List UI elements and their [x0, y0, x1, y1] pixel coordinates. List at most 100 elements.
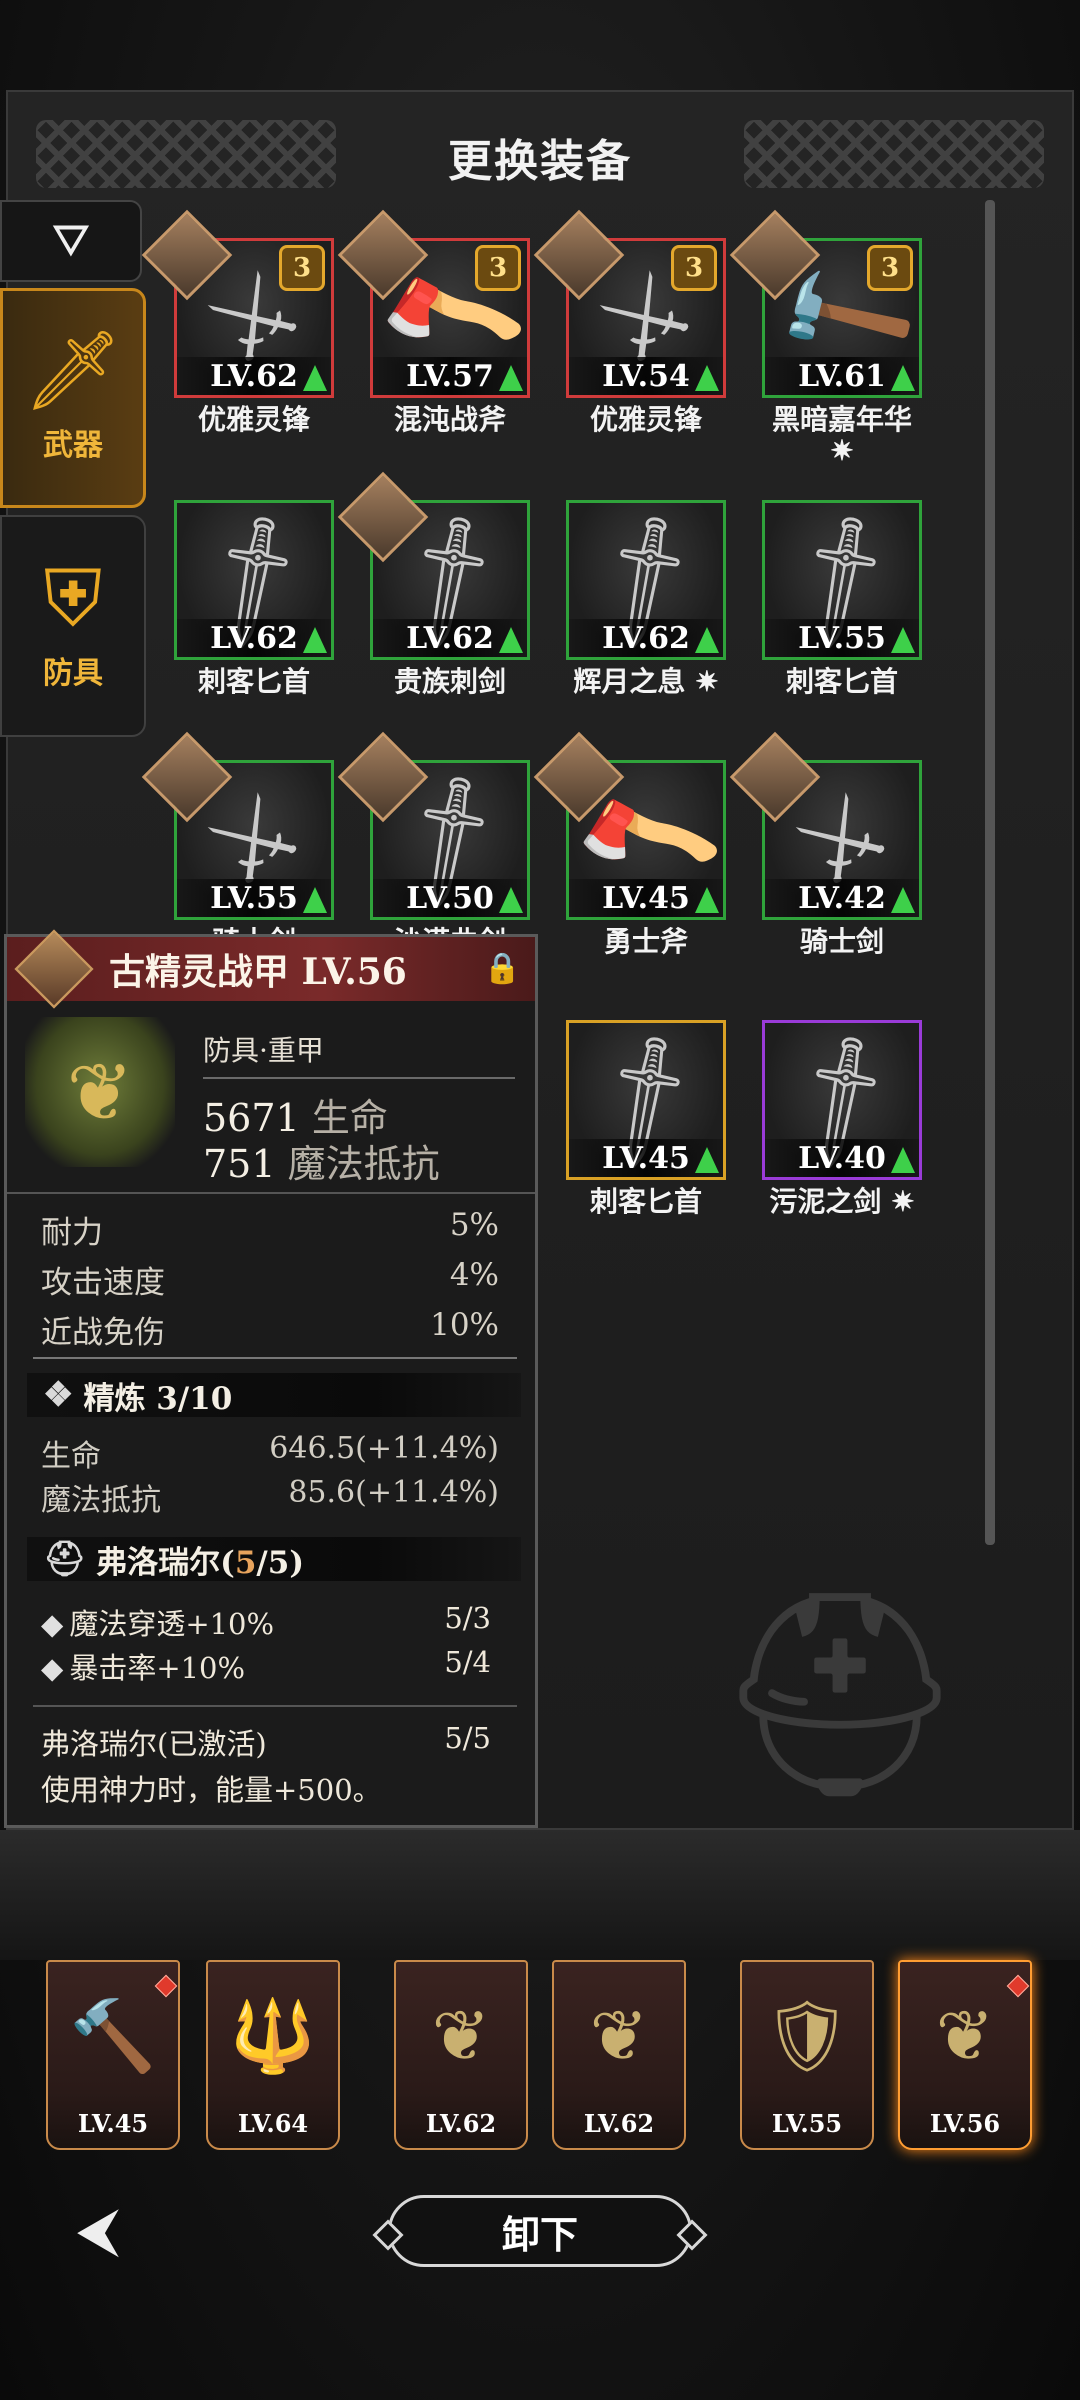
- unequip-button[interactable]: 卸下: [388, 2195, 692, 2267]
- upgrade-arrow-icon: [695, 627, 719, 653]
- upgrade-arrow-icon: [695, 365, 719, 391]
- armor-icon: ❦: [935, 1995, 995, 2077]
- tab-weapons[interactable]: 🗡 武器: [0, 288, 146, 508]
- refine-stat-label: 魔法抵抗: [41, 1483, 161, 1518]
- item-name: 优雅灵锋: [197, 403, 310, 436]
- stat-label: 耐力: [41, 1215, 103, 1251]
- item-slot[interactable]: 🗡 LV.62: [172, 499, 336, 661]
- filter-icon: ⛛: [51, 213, 91, 267]
- set-bonus-value: 5/4: [444, 1645, 491, 1679]
- shield-icon: 🛡: [762, 1994, 852, 2077]
- set-bonus-row: ◆ 魔法穿透+10% 5/3: [41, 1601, 491, 1641]
- upgrade-arrow-icon: [891, 627, 915, 653]
- main-stat-mres: 751 魔法抵抗: [203, 1133, 440, 1188]
- item-name: 辉月之息 ✷: [573, 665, 719, 698]
- stone-ledge: [0, 1830, 1080, 1960]
- stat-row: 近战免伤 10%: [41, 1307, 499, 1352]
- upgrade-arrow-icon: [303, 887, 327, 913]
- upgrade-arrow-icon: [499, 887, 523, 913]
- equipped-slot[interactable]: 🔨 LV.45: [46, 1960, 180, 2150]
- equipped-level: LV.56: [929, 2109, 1001, 2138]
- stat-row: 攻击速度 4%: [41, 1257, 499, 1302]
- tier-badge: 3: [867, 245, 913, 291]
- refine-row: 生命 646.5(+11.4%): [41, 1431, 499, 1475]
- detail-title: 古精灵战甲 LV.56: [109, 951, 407, 993]
- equipped-level: LV.62: [425, 2109, 497, 2138]
- divider: [33, 1357, 517, 1359]
- helmet-emblem-icon: ⛑: [713, 1578, 967, 1811]
- item-slot[interactable]: 🗡 LV.50: [337, 731, 532, 920]
- armor-icon: ❦: [589, 1995, 649, 2077]
- stat-row: 耐力 5%: [41, 1207, 499, 1252]
- upgrade-arrow-icon: [499, 365, 523, 391]
- refine-stat-value: 85.6(+11.4%): [288, 1475, 499, 1510]
- armor-icon: ❦: [431, 1995, 491, 2077]
- divider: [203, 1077, 515, 1079]
- spear-icon: 🔱: [229, 1994, 317, 2077]
- upgrade-arrow-icon: [303, 627, 327, 653]
- item-slot[interactable]: ⚔ LV.42: [729, 731, 922, 920]
- set-active-value: 5/5: [444, 1721, 491, 1755]
- item-name: 刺客匕首: [197, 665, 310, 698]
- item-name: 混沌战斧: [393, 403, 506, 436]
- equipped-level: LV.62: [583, 2109, 655, 2138]
- tab-armor-label: 防具: [43, 656, 103, 691]
- refine-label: 精炼 3/10: [83, 1380, 233, 1417]
- armor-image: ❦: [25, 1017, 175, 1167]
- item-slot[interactable]: 🗡 LV.62: [564, 499, 728, 661]
- equipped-slot[interactable]: 🛡 LV.55: [740, 1960, 874, 2150]
- upgrade-arrow-icon: [695, 887, 719, 913]
- tab-weapons-label: 武器: [43, 428, 103, 463]
- back-button[interactable]: ⮜: [56, 2195, 140, 2265]
- refine-icon: ❖: [43, 1375, 74, 1415]
- item-slot[interactable]: ⚔ 3 LV.62: [141, 209, 334, 398]
- upgrade-arrow-icon: [499, 627, 523, 653]
- item-slot[interactable]: 🗡 LV.45: [564, 1019, 728, 1181]
- hammer-icon: 🔨: [69, 1994, 157, 2077]
- tab-armor[interactable]: ⛨ 防具: [0, 515, 146, 737]
- item-slot[interactable]: ⚔ LV.55: [141, 731, 334, 920]
- item-slot[interactable]: 🗡 LV.40: [760, 1019, 924, 1181]
- item-slot[interactable]: 🪓 LV.45: [533, 731, 727, 920]
- sword-icon: 🗡: [23, 326, 123, 416]
- item-slot[interactable]: 🔨 3 LV.61: [729, 209, 923, 398]
- item-slot[interactable]: 🗡 LV.55: [760, 499, 924, 661]
- upgrade-arrow-icon: [303, 365, 327, 391]
- refine-section-header: ❖ 精炼 3/10: [27, 1373, 521, 1417]
- set-bonus-row: ◆ 暴击率+10% 5/4: [41, 1645, 491, 1685]
- equipped-slot[interactable]: ❦ LV.56: [898, 1960, 1032, 2150]
- upgrade-arrow-icon: [891, 887, 915, 913]
- item-name: 黑暗嘉年华: [771, 403, 912, 436]
- item-slot[interactable]: 🪓 3 LV.57: [337, 209, 531, 398]
- lock-icon[interactable]: 🔒: [484, 951, 521, 986]
- tier-badge: 3: [279, 245, 325, 291]
- item-slot[interactable]: 🗡 LV.62: [337, 471, 532, 660]
- armor-icon: ⛨: [43, 554, 103, 644]
- scrollbar[interactable]: [985, 200, 995, 1545]
- refine-row: 魔法抵抗 85.6(+11.4%): [41, 1475, 499, 1519]
- refine-stat-value: 646.5(+11.4%): [269, 1431, 499, 1466]
- tier-badge: 3: [671, 245, 717, 291]
- equipped-slot[interactable]: ❦ LV.62: [394, 1960, 528, 2150]
- item-name: 贵族刺剑: [393, 665, 506, 698]
- set-bonus-label: 暴击率+10%: [69, 1651, 246, 1685]
- main-stat-unit: 魔法抵抗: [287, 1142, 440, 1186]
- item-name: 勇士斧: [603, 925, 688, 958]
- set-active-row: 弗洛瑞尔(已激活) 5/5: [41, 1721, 491, 1763]
- set-description: 使用神力时，能量+500。: [41, 1773, 382, 1807]
- tier-badge: 3: [475, 245, 521, 291]
- detail-header: 古精灵战甲 LV.56 🔒: [7, 929, 535, 1009]
- equipped-slot[interactable]: 🔱 LV.64: [206, 1960, 340, 2150]
- stat-label: 近战免伤: [41, 1315, 165, 1351]
- filter-button[interactable]: ⛛: [0, 200, 142, 282]
- character-portrait: [14, 929, 94, 1009]
- set-active-label: 弗洛瑞尔(已激活): [41, 1727, 267, 1761]
- equipped-slot[interactable]: ❦ LV.62: [552, 1960, 686, 2150]
- main-stat-value: 751: [203, 1142, 276, 1186]
- upgrade-arrow-icon: [891, 1147, 915, 1173]
- stat-value: 10%: [430, 1307, 499, 1343]
- item-name: 刺客匕首: [589, 1185, 702, 1218]
- item-slot[interactable]: ⚔ 3 LV.54: [533, 209, 726, 398]
- set-bonus-value: 5/3: [444, 1601, 491, 1635]
- divider: [33, 1705, 517, 1707]
